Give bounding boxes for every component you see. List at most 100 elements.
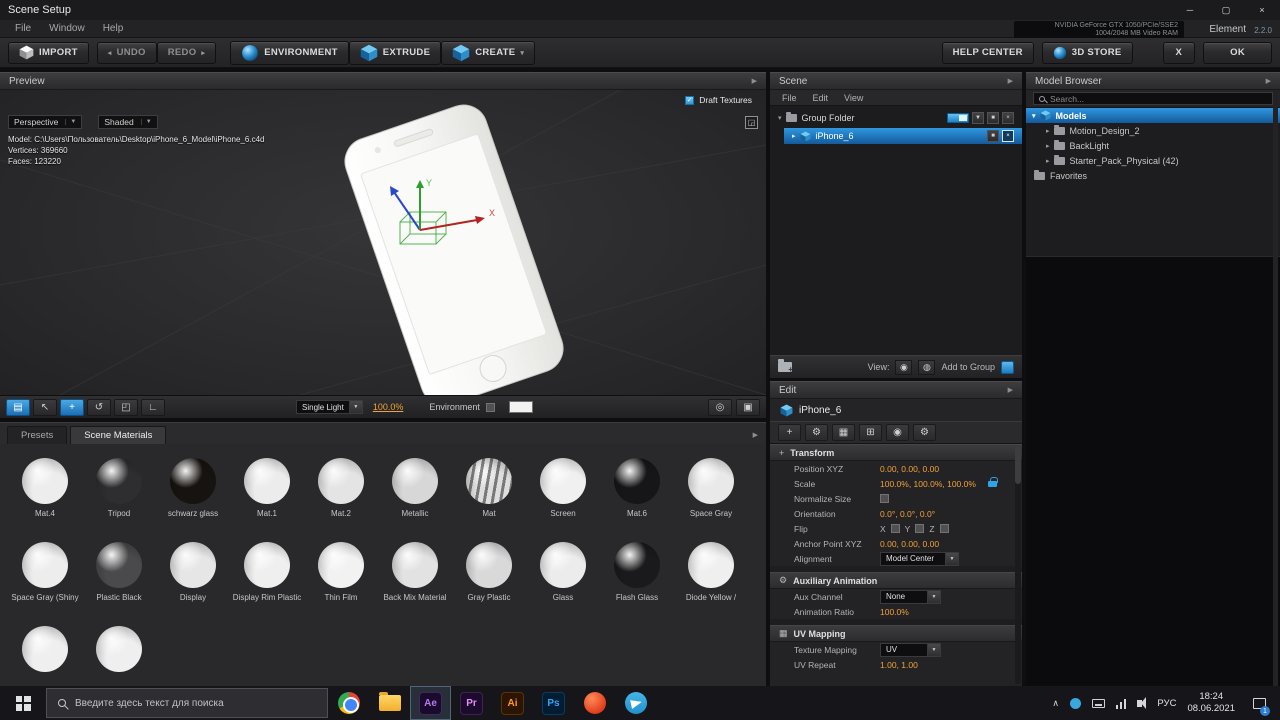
photoshop-app-button[interactable]: Ps — [533, 686, 574, 720]
alignment-dropdown[interactable]: Model Center ▼ — [880, 551, 959, 566]
menu-help[interactable]: Help — [94, 23, 133, 34]
telegram-tray-icon[interactable] — [1069, 697, 1081, 709]
tree-row-iphone6[interactable]: ▸ iPhone_6 ■ × — [784, 128, 1022, 144]
material-item[interactable]: Diode Yellow / — [674, 542, 748, 602]
keyboard-icon[interactable] — [1091, 698, 1105, 708]
aux-channel-dropdown[interactable]: None ▼ — [880, 589, 941, 604]
material-gear-icon[interactable]: ⚙ — [805, 424, 828, 441]
texture-mapping-dropdown[interactable]: UV ▼ — [880, 642, 941, 657]
environment-checkbox[interactable] — [485, 402, 495, 412]
material-item[interactable]: Display — [156, 542, 230, 602]
create-button[interactable]: CREATE ▾ — [441, 40, 536, 65]
store-button[interactable]: 3D STORE — [1041, 41, 1133, 64]
redo-button[interactable]: REDO ▸ — [156, 41, 217, 64]
close-icon[interactable]: × — [1244, 0, 1280, 20]
move-tool-icon[interactable]: + — [60, 398, 84, 416]
aux-section-header[interactable]: ⚙ Auxiliary Animation — [770, 572, 1022, 589]
flip-x-checkbox[interactable] — [890, 524, 900, 533]
model-browser-menu-icon[interactable]: ▶ — [1266, 77, 1271, 85]
select-tool-icon[interactable]: ↖ — [33, 398, 57, 416]
tree-row-favorites[interactable]: Favorites — [1026, 168, 1280, 183]
material-item[interactable]: Gray Plastic — [452, 542, 526, 602]
network-icon[interactable] — [1115, 698, 1127, 709]
material-item[interactable]: Mat.2 — [304, 458, 378, 518]
material-sphere[interactable] — [466, 542, 512, 588]
tree-row-motion-design[interactable]: ▸ Motion_Design_2 — [1026, 123, 1280, 138]
draft-textures-checkbox[interactable]: ✓ — [685, 95, 695, 105]
material-item[interactable]: Screen — [526, 458, 600, 518]
chevron-down-icon[interactable]: ▼ — [972, 112, 984, 124]
expand-arrow-icon[interactable]: ▾ — [1032, 112, 1036, 120]
tree-row-starter-pack[interactable]: ▸ Starter_Pack_Physical (42) — [1026, 153, 1280, 168]
uv-section-header[interactable]: ▦ UV Mapping — [770, 625, 1022, 642]
model-browser-scrollbar[interactable] — [1273, 90, 1278, 686]
material-item[interactable]: Mat.6 — [600, 458, 674, 518]
material-item[interactable]: Space Gray — [674, 458, 748, 518]
scene-menu-view[interactable]: View — [844, 93, 863, 103]
edit-scrollbar[interactable] — [1015, 446, 1021, 684]
light-intensity-value[interactable]: 100.0% — [373, 402, 404, 412]
light-mode-dropdown[interactable]: Single Light ▼ — [296, 400, 363, 414]
scale-values[interactable]: 100.0%, 100.0%, 100.0% — [880, 479, 976, 489]
start-button[interactable] — [0, 686, 46, 720]
scene-menu-file[interactable]: File — [782, 93, 797, 103]
help-center-button[interactable]: HELP CENTER — [941, 41, 1034, 64]
scale-tool-icon[interactable]: ◰ — [114, 398, 138, 416]
material-item[interactable]: Flash Glass — [600, 542, 674, 602]
collapsed-arrow-icon[interactable]: ▸ — [1046, 142, 1050, 150]
material-item[interactable]: Mat.4 — [8, 458, 82, 518]
material-item[interactable] — [8, 626, 82, 677]
new-group-icon[interactable] — [778, 359, 793, 374]
iphone-model[interactable] — [338, 99, 569, 395]
material-sphere[interactable] — [392, 542, 438, 588]
material-item[interactable] — [82, 626, 156, 677]
environment-button[interactable]: ENVIRONMENT — [230, 40, 349, 65]
rotate-tool-icon[interactable]: ↺ — [87, 398, 111, 416]
solo-icon[interactable]: ■ — [987, 130, 999, 142]
tree-row-models[interactable]: ▾ Models — [1026, 108, 1280, 123]
animation-ratio-value[interactable]: 100.0% — [880, 607, 909, 617]
expand-arrow-icon[interactable]: ▾ — [778, 114, 782, 122]
material-sphere[interactable] — [614, 458, 660, 504]
material-item[interactable]: Plastic Black — [82, 542, 156, 602]
collapsed-arrow-icon[interactable]: ▸ — [1046, 157, 1050, 165]
transform-tool-icon[interactable]: + — [778, 424, 801, 441]
material-item[interactable]: Tripod — [82, 458, 156, 518]
texture-icon[interactable]: ▦ — [832, 424, 855, 441]
minimize-icon[interactable]: ─ — [1172, 0, 1208, 20]
flip-z-checkbox[interactable] — [939, 524, 949, 533]
material-sphere[interactable] — [688, 458, 734, 504]
material-item[interactable]: Mat.1 — [230, 458, 304, 518]
material-sphere[interactable] — [96, 626, 142, 672]
material-sphere[interactable] — [22, 458, 68, 504]
material-sphere[interactable] — [614, 542, 660, 588]
material-item[interactable]: Metallic — [378, 458, 452, 518]
undo-button[interactable]: ◂ UNDO — [96, 41, 157, 64]
shading-mode-dropdown[interactable]: Shaded ▼ — [98, 115, 158, 129]
position-values[interactable]: 0.00, 0.00, 0.00 — [880, 464, 939, 474]
collapsed-arrow-icon[interactable]: ▸ — [1046, 127, 1050, 135]
menu-window[interactable]: Window — [40, 23, 94, 34]
materials-menu-icon[interactable]: ▶ — [753, 431, 758, 439]
fullscreen-preview-icon[interactable]: ▣ — [736, 398, 760, 416]
chrome-app-button[interactable] — [328, 686, 369, 720]
wireframe-view-icon[interactable]: ◍ — [918, 359, 936, 375]
after-effects-app-button[interactable]: Ae — [410, 686, 451, 720]
viewport-display-icon[interactable]: ▤ — [6, 398, 30, 416]
material-sphere[interactable] — [22, 626, 68, 672]
material-sphere[interactable] — [244, 458, 290, 504]
material-sphere[interactable] — [170, 542, 216, 588]
language-indicator[interactable]: РУС — [1157, 698, 1176, 709]
material-item[interactable]: schwarz glass — [156, 458, 230, 518]
expand-arrow-icon[interactable]: ▸ — [792, 132, 796, 140]
camera-mode-dropdown[interactable]: Perspective ▼ — [8, 115, 83, 129]
settings-gear-icon[interactable]: ⚙ — [913, 424, 936, 441]
material-sphere[interactable] — [466, 458, 512, 504]
material-item[interactable]: Back Mix Material — [378, 542, 452, 602]
clock[interactable]: 18:24 08.06.2021 — [1187, 691, 1235, 715]
visibility-toggle[interactable] — [947, 113, 969, 123]
delete-icon[interactable]: × — [1002, 130, 1014, 142]
import-button[interactable]: IMPORT — [8, 41, 89, 64]
material-sphere[interactable] — [688, 542, 734, 588]
material-item[interactable]: Display Rim Plastic — [230, 542, 304, 602]
